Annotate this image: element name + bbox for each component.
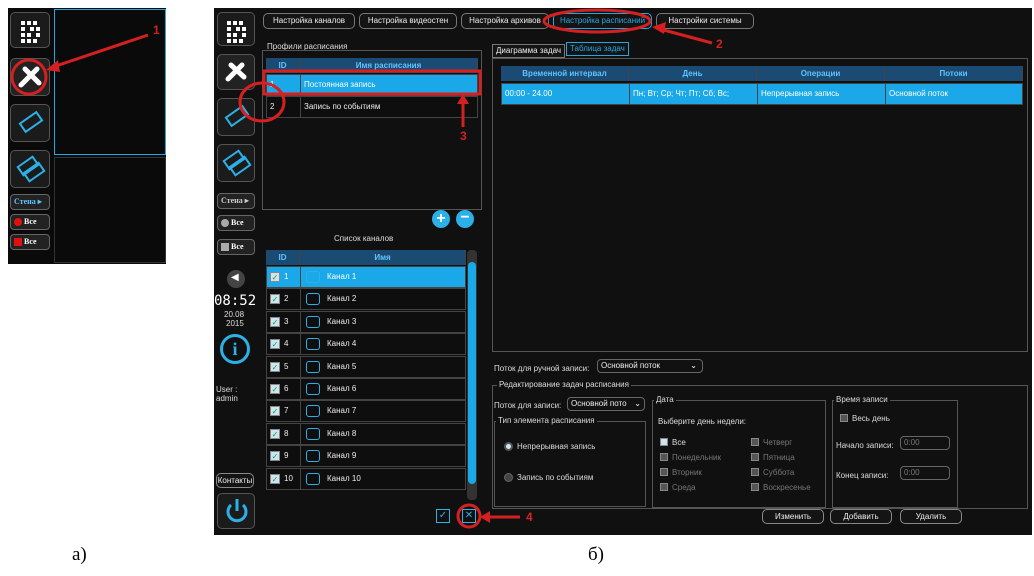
annotation-line-2 [659, 27, 713, 45]
annotation-circle-schedule-tab [542, 8, 652, 34]
annotation-3: 3 [460, 129, 467, 143]
caption-b: б) [588, 544, 604, 565]
annotation-4: 4 [526, 510, 533, 524]
annotation-overlay [238, 8, 713, 529]
annotation-head-4 [480, 511, 490, 523]
annotation-head-2 [652, 22, 666, 34]
annotation-2: 2 [716, 37, 723, 51]
caption-a: а) [72, 544, 87, 565]
annotation-circle-deselect [456, 503, 482, 529]
annotation-circle-tools [238, 81, 286, 123]
annotation-rect-profile [262, 69, 482, 96]
